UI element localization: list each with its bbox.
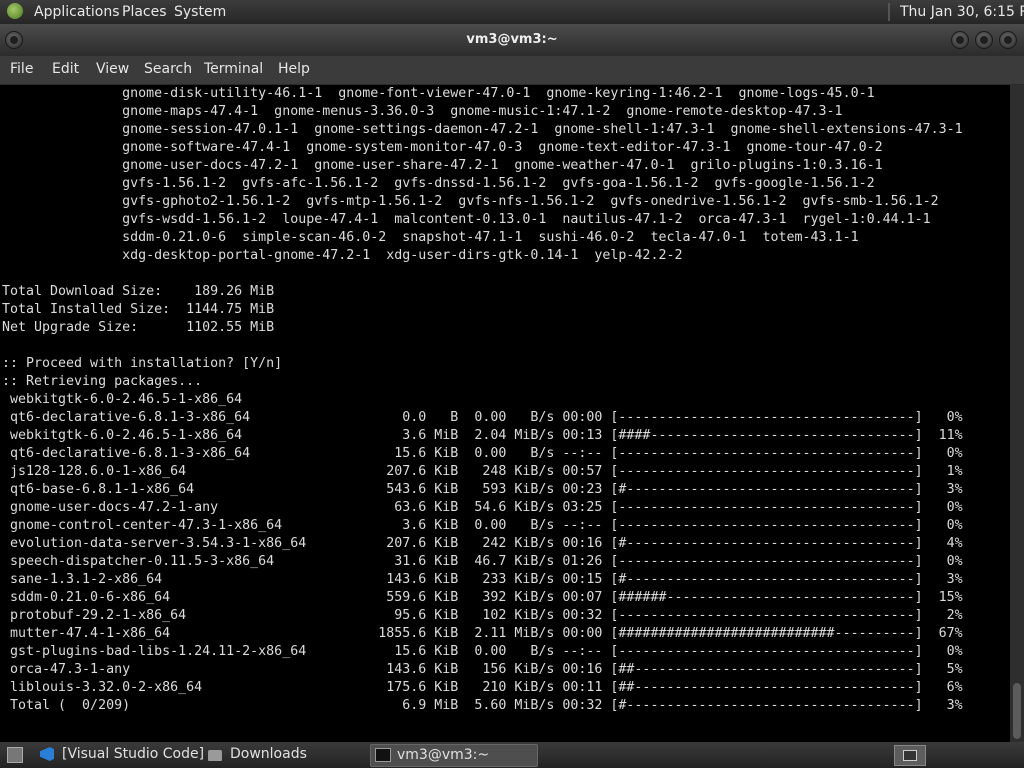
term-line: Total Download Size: 189.26 MiB [2, 284, 275, 299]
term-line: evolution-data-server-3.54.3-1-x86_64 20… [2, 536, 963, 551]
term-line: js128-128.6.0-1-x86_64 207.6 KiB 248 KiB… [2, 464, 963, 479]
gnome-foot-icon[interactable] [7, 3, 23, 19]
terminal-area[interactable]: gnome-disk-utility-46.1-1 gnome-font-vie… [0, 85, 1010, 742]
term-line: liblouis-3.32.0-2-x86_64 175.6 KiB 210 K… [2, 680, 963, 695]
term-line: gvfs-1.56.1-2 gvfs-afc-1.56.1-2 gvfs-dns… [2, 176, 875, 191]
term-line: gnome-maps-47.4-1 gnome-menus-3.36.0-3 g… [2, 104, 843, 119]
term-line: sane-1.3.1-2-x86_64 143.6 KiB 233 KiB/s … [2, 572, 963, 587]
menu-view[interactable]: View [96, 61, 129, 77]
places-menu[interactable]: Places [122, 4, 167, 20]
menu-edit[interactable]: Edit [52, 61, 79, 77]
term-line: protobuf-29.2-1-x86_64 95.6 KiB 102 KiB/… [2, 608, 963, 623]
term-line: :: Retrieving packages... [2, 374, 203, 389]
task-downloads[interactable]: Downloads [204, 744, 364, 765]
term-line: xdg-desktop-portal-gnome-47.2-1 xdg-user… [2, 248, 683, 263]
maximize-button[interactable] [975, 31, 993, 49]
task-terminal[interactable]: vm3@vm3:~ [370, 744, 538, 767]
term-line: qt6-base-6.8.1-1-x86_64 543.6 KiB 593 Ki… [2, 482, 963, 497]
menu-help[interactable]: Help [278, 61, 310, 77]
term-line: gvfs-wsdd-1.56.1-2 loupe-47.4-1 malconte… [2, 212, 931, 227]
menu-terminal[interactable]: Terminal [204, 61, 263, 77]
vscode-icon [40, 747, 54, 761]
term-line: sddm-0.21.0-6-x86_64 559.6 KiB 392 KiB/s… [2, 590, 963, 605]
term-line: gnome-user-docs-47.2-1 gnome-user-share-… [2, 158, 883, 173]
term-line: qt6-declarative-6.8.1-3-x86_64 0.0 B 0.0… [2, 410, 963, 425]
scrollbar-thumb[interactable] [1013, 683, 1021, 739]
task-label: vm3@vm3:~ [397, 747, 490, 763]
term-line: gst-plugins-bad-libs-1.24.11-2-x86_64 15… [2, 644, 963, 659]
term-line: Total ( 0/209) 6.9 MiB 5.60 MiB/s 00:32 … [2, 698, 963, 713]
term-line: gvfs-gphoto2-1.56.1-2 gvfs-mtp-1.56.1-2 … [2, 194, 939, 209]
terminal-icon [375, 748, 391, 762]
term-line: webkitgtk-6.0-2.46.5-1-x86_64 [2, 392, 243, 407]
terminal-scrollbar[interactable] [1010, 85, 1024, 742]
desktop-icon [7, 747, 23, 763]
term-line: gnome-disk-utility-46.1-1 gnome-font-vie… [2, 86, 875, 101]
window-title: vm3@vm3:~ [466, 32, 558, 47]
term-line: qt6-declarative-6.8.1-3-x86_64 15.6 KiB … [2, 446, 963, 461]
show-desktop-button[interactable] [4, 744, 26, 765]
term-line: speech-dispatcher-0.11.5-3-x86_64 31.6 K… [2, 554, 963, 569]
term-line: Net Upgrade Size: 1102.55 MiB [2, 320, 275, 335]
term-line: gnome-session-47.0.1-1 gnome-settings-da… [2, 122, 963, 137]
terminal-output: gnome-disk-utility-46.1-1 gnome-font-vie… [2, 85, 963, 715]
applications-menu[interactable]: Applications [34, 4, 120, 20]
term-line: Total Installed Size: 1144.75 MiB [2, 302, 275, 317]
task-label: Downloads [230, 746, 307, 762]
folder-icon [208, 750, 222, 761]
bottom-taskbar: [Visual Studio Code] Downloads vm3@vm3:~ [0, 742, 1024, 768]
panel-separator [888, 3, 890, 21]
term-line: gnome-software-47.4-1 gnome-system-monit… [2, 140, 883, 155]
workspace-switcher[interactable] [894, 745, 926, 766]
term-line: gnome-user-docs-47.2-1-any 63.6 KiB 54.6… [2, 500, 963, 515]
close-button[interactable] [999, 31, 1017, 49]
window-titlebar[interactable]: vm3@vm3:~ [0, 24, 1024, 56]
clock[interactable]: Thu Jan 30, 6:15 PM [900, 4, 1024, 20]
system-menu[interactable]: System [174, 4, 226, 20]
term-line: mutter-47.4-1-x86_64 1855.6 KiB 2.11 MiB… [2, 626, 963, 641]
menu-bar: File Edit View Search Terminal Help [0, 56, 1024, 85]
term-line: orca-47.3-1-any 143.6 KiB 156 KiB/s 00:1… [2, 662, 963, 677]
menu-file[interactable]: File [10, 61, 33, 77]
top-panel: Applications Places System Thu Jan 30, 6… [0, 0, 1024, 24]
task-visual-studio-code[interactable]: [Visual Studio Code] [36, 744, 204, 765]
menu-search[interactable]: Search [144, 61, 192, 77]
term-line: sddm-0.21.0-6 simple-scan-46.0-2 snapsho… [2, 230, 859, 245]
term-line: webkitgtk-6.0-2.46.5-1-x86_64 3.6 MiB 2.… [2, 428, 963, 443]
minimize-button[interactable] [951, 31, 969, 49]
term-line: :: Proceed with installation? [Y/n] [2, 356, 283, 371]
task-label: [Visual Studio Code] [62, 746, 205, 762]
term-line: gnome-control-center-47.3-1-x86_64 3.6 K… [2, 518, 963, 533]
